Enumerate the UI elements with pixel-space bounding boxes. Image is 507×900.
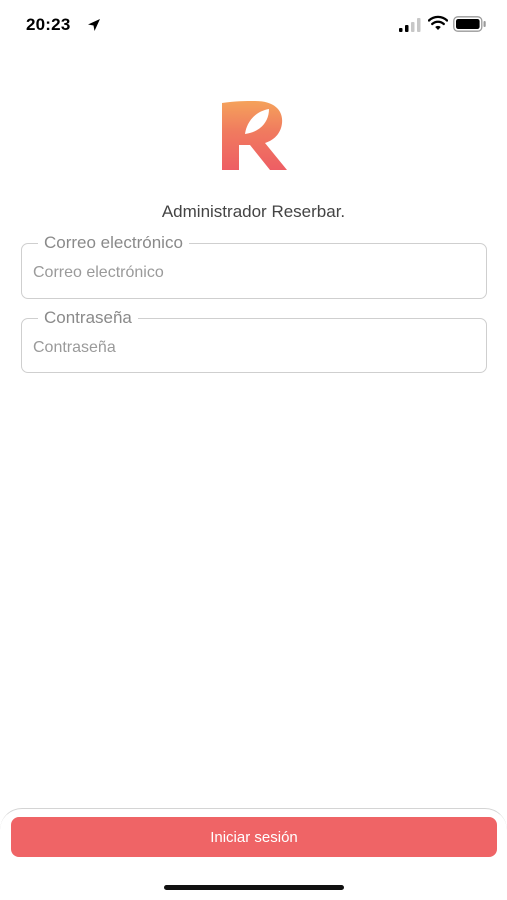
app-title: Administrador Reserbar. <box>161 202 346 221</box>
home-indicator <box>164 885 344 890</box>
status-bar: 20:23 <box>0 0 507 52</box>
cellular-signal-icon <box>399 18 421 32</box>
location-arrow-icon <box>88 19 100 31</box>
battery-icon <box>453 16 486 32</box>
email-field-label: Correo electrónico <box>38 233 189 253</box>
status-time: 20:23 <box>26 15 71 34</box>
wifi-icon <box>428 15 448 30</box>
email-input[interactable] <box>33 262 473 284</box>
password-field-label: Contraseña <box>38 308 138 328</box>
reserbar-logo <box>222 101 287 170</box>
password-input[interactable] <box>33 337 473 359</box>
email-field: Correo electrónico <box>21 233 487 299</box>
password-field: Contraseña <box>21 308 487 373</box>
login-button[interactable]: Iniciar sesión <box>11 817 497 857</box>
